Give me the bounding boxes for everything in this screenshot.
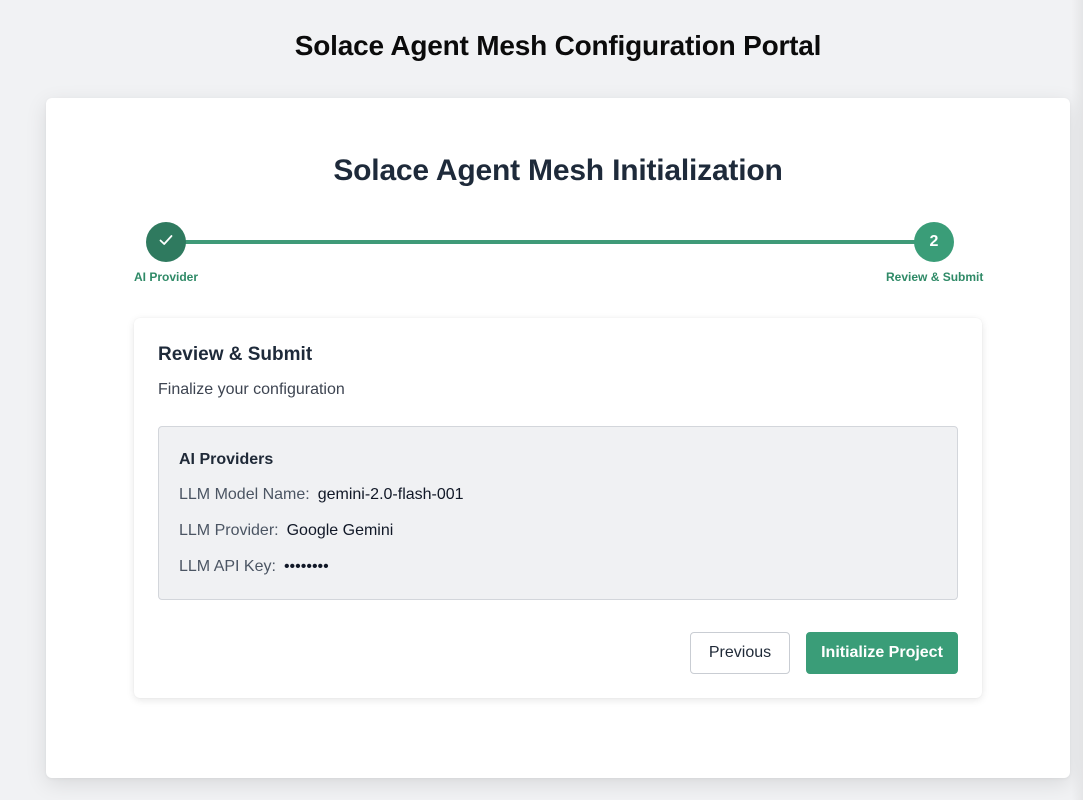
previous-button[interactable]: Previous	[690, 632, 790, 674]
step-2-number: 2	[929, 233, 939, 250]
initialize-project-button[interactable]: Initialize Project	[806, 632, 958, 674]
wizard-title: Solace Agent Mesh Initialization	[333, 154, 783, 187]
summary-row-model-name: LLM Model Name: gemini-2.0-flash-001	[179, 486, 464, 504]
review-panel: Review & Submit Finalize your configurat…	[134, 318, 982, 698]
review-subtitle: Finalize your configuration	[158, 381, 345, 398]
step-1-label[interactable]: AI Provider	[134, 270, 198, 284]
summary-value-masked: ••••••••	[283, 558, 329, 575]
window-edge-shadow	[1071, 0, 1083, 800]
summary-value: Google Gemini	[286, 522, 394, 539]
step-1-indicator[interactable]	[146, 222, 186, 262]
stepper-progress-line	[166, 240, 934, 244]
summary-key: LLM Model Name:	[179, 486, 310, 503]
wizard-card: Solace Agent Mesh Initialization 2 AI Pr…	[46, 98, 1070, 778]
summary-key: LLM API Key:	[179, 558, 276, 575]
step-2-indicator[interactable]: 2	[914, 222, 954, 262]
review-title: Review & Submit	[158, 344, 313, 365]
portal-title: Solace Agent Mesh Configuration Portal	[294, 30, 822, 61]
summary-row-api-key: LLM API Key: ••••••••	[179, 558, 329, 576]
summary-section-title: AI Providers	[179, 451, 274, 468]
summary-key: LLM Provider:	[179, 522, 279, 539]
checkmark-icon	[157, 231, 175, 254]
summary-row-provider: LLM Provider: Google Gemini	[179, 522, 393, 540]
step-2-label[interactable]: Review & Submit	[886, 270, 983, 284]
config-summary-box: AI Providers LLM Model Name: gemini-2.0-f…	[158, 426, 958, 600]
summary-value: gemini-2.0-flash-001	[317, 486, 464, 503]
